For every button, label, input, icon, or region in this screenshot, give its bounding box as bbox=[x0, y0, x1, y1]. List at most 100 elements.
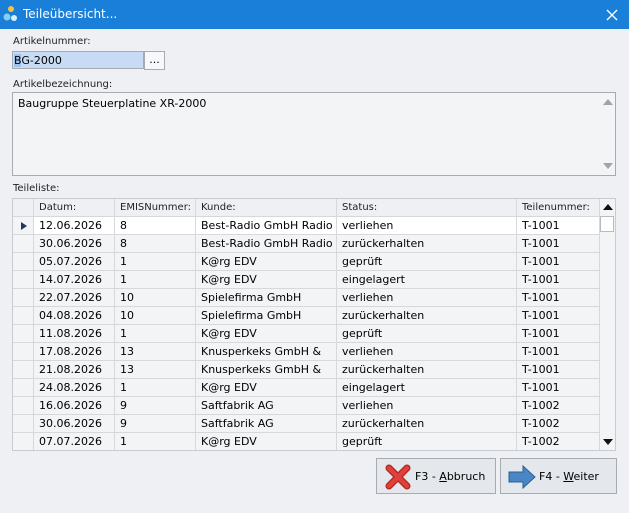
cell-part-number[interactable]: T-1002 bbox=[517, 415, 601, 433]
cell-status[interactable]: zurückerhalten bbox=[337, 235, 517, 253]
cell-date[interactable]: 16.06.2026 bbox=[34, 397, 115, 415]
article-number-input[interactable]: BG-2000 bbox=[12, 51, 144, 69]
table-row[interactable]: 17.08.2026 13 Knusperkeks GmbH & verliehen T… bbox=[13, 343, 601, 361]
scroll-up-icon[interactable] bbox=[603, 204, 613, 210]
cell-part-number[interactable]: T-1001 bbox=[517, 289, 601, 307]
parts-grid[interactable]: Datum: EMISNummer: Kunde: Status: Teilen… bbox=[12, 198, 616, 451]
row-indicator[interactable] bbox=[13, 307, 34, 325]
cell-emis[interactable]: 13 bbox=[115, 343, 196, 361]
cell-status[interactable]: eingelagert bbox=[337, 379, 517, 397]
cell-part-number[interactable]: T-1001 bbox=[517, 307, 601, 325]
next-button[interactable]: F4 - Weiter bbox=[500, 458, 617, 494]
cell-status[interactable]: verliehen bbox=[337, 217, 517, 235]
cell-status[interactable]: geprüft bbox=[337, 433, 517, 450]
cell-emis[interactable]: 1 bbox=[115, 271, 196, 289]
row-indicator[interactable] bbox=[13, 235, 34, 253]
cell-customer[interactable]: Saftfabrik AG bbox=[196, 415, 337, 433]
cell-part-number[interactable]: T-1002 bbox=[517, 397, 601, 415]
cell-status[interactable]: verliehen bbox=[337, 289, 517, 307]
cell-customer[interactable]: Spielefirma GmbH bbox=[196, 307, 337, 325]
row-indicator[interactable] bbox=[13, 379, 34, 397]
row-indicator[interactable] bbox=[13, 271, 34, 289]
cell-customer[interactable]: Knusperkeks GmbH & bbox=[196, 361, 337, 379]
cell-date[interactable]: 21.08.2026 bbox=[34, 361, 115, 379]
table-row[interactable]: 21.08.2026 13 Knusperkeks GmbH & zurückerha… bbox=[13, 361, 601, 379]
table-row[interactable]: 24.08.2026 1 K@rg EDV eingelagert T-1001 bbox=[13, 379, 601, 397]
row-indicator[interactable] bbox=[13, 253, 34, 271]
table-row[interactable]: 14.07.2026 1 K@rg EDV eingelagert T-1001 bbox=[13, 271, 601, 289]
cell-part-number[interactable]: T-1002 bbox=[517, 433, 601, 450]
cell-customer[interactable]: Spielefirma GmbH bbox=[196, 289, 337, 307]
cell-part-number[interactable]: T-1001 bbox=[517, 343, 601, 361]
article-description-field[interactable]: Baugruppe Steuerplatine XR-2000 bbox=[12, 92, 616, 176]
cell-date[interactable]: 12.06.2026 bbox=[34, 217, 115, 235]
table-row[interactable]: 07.07.2026 1 K@rg EDV geprüft T-1002 bbox=[13, 433, 601, 450]
cell-customer[interactable]: K@rg EDV bbox=[196, 271, 337, 289]
cell-customer[interactable]: K@rg EDV bbox=[196, 325, 337, 343]
cell-status[interactable]: geprüft bbox=[337, 325, 517, 343]
cell-customer[interactable]: K@rg EDV bbox=[196, 253, 337, 271]
cell-status[interactable]: zurückerhalten bbox=[337, 361, 517, 379]
column-header-part-number[interactable]: Teilenummer: bbox=[517, 199, 601, 217]
scroll-up-icon[interactable] bbox=[603, 99, 613, 105]
row-indicator[interactable] bbox=[13, 343, 34, 361]
article-browse-button[interactable]: ... bbox=[144, 51, 165, 70]
close-button[interactable] bbox=[595, 0, 629, 29]
cell-emis[interactable]: 8 bbox=[115, 217, 196, 235]
cell-status[interactable]: eingelagert bbox=[337, 271, 517, 289]
scroll-thumb[interactable] bbox=[600, 216, 614, 232]
description-scrollbar[interactable] bbox=[600, 93, 615, 175]
cell-emis[interactable]: 9 bbox=[115, 415, 196, 433]
cell-date[interactable]: 05.07.2026 bbox=[34, 253, 115, 271]
cell-date[interactable]: 14.07.2026 bbox=[34, 271, 115, 289]
cell-status[interactable]: verliehen bbox=[337, 397, 517, 415]
cell-part-number[interactable]: T-1001 bbox=[517, 217, 601, 235]
grid-scrollbar[interactable] bbox=[599, 199, 615, 450]
cell-part-number[interactable]: T-1001 bbox=[517, 325, 601, 343]
table-row[interactable]: 30.06.2026 9 Saftfabrik AG zurückerhalten T-… bbox=[13, 415, 601, 433]
cell-part-number[interactable]: T-1001 bbox=[517, 253, 601, 271]
cell-status[interactable]: verliehen bbox=[337, 343, 517, 361]
cell-part-number[interactable]: T-1001 bbox=[517, 379, 601, 397]
cell-status[interactable]: zurückerhalten bbox=[337, 307, 517, 325]
scroll-down-icon[interactable] bbox=[603, 163, 613, 169]
cell-customer[interactable]: Saftfabrik AG bbox=[196, 397, 337, 415]
cell-date[interactable]: 24.08.2026 bbox=[34, 379, 115, 397]
cell-emis[interactable]: 1 bbox=[115, 253, 196, 271]
cell-emis[interactable]: 13 bbox=[115, 361, 196, 379]
table-row[interactable]: 30.06.2026 8 Best-Radio GmbH Radio zurücker… bbox=[13, 235, 601, 253]
cell-emis[interactable]: 9 bbox=[115, 397, 196, 415]
column-header-date[interactable]: Datum: bbox=[34, 199, 115, 217]
cell-customer[interactable]: Best-Radio GmbH Radio bbox=[196, 235, 337, 253]
table-row[interactable]: 11.08.2026 1 K@rg EDV geprüft T-1001 bbox=[13, 325, 601, 343]
cell-emis[interactable]: 8 bbox=[115, 235, 196, 253]
column-header-customer[interactable]: Kunde: bbox=[196, 199, 337, 217]
column-header-emis[interactable]: EMISNummer: bbox=[115, 199, 196, 217]
row-indicator[interactable] bbox=[13, 433, 34, 450]
table-row[interactable]: 16.06.2026 9 Saftfabrik AG verliehen T-1002 bbox=[13, 397, 601, 415]
cell-date[interactable]: 07.07.2026 bbox=[34, 433, 115, 450]
cell-emis[interactable]: 1 bbox=[115, 379, 196, 397]
cell-emis[interactable]: 10 bbox=[115, 307, 196, 325]
cell-customer[interactable]: Best-Radio GmbH Radio bbox=[196, 217, 337, 235]
table-row[interactable]: 22.07.2026 10 Spielefirma GmbH verliehen T-1… bbox=[13, 289, 601, 307]
row-indicator[interactable] bbox=[13, 415, 34, 433]
cell-part-number[interactable]: T-1001 bbox=[517, 235, 601, 253]
cell-date[interactable]: 30.06.2026 bbox=[34, 235, 115, 253]
column-header-status[interactable]: Status: bbox=[337, 199, 517, 217]
cell-emis[interactable]: 1 bbox=[115, 325, 196, 343]
cell-date[interactable]: 22.07.2026 bbox=[34, 289, 115, 307]
cell-customer[interactable]: K@rg EDV bbox=[196, 379, 337, 397]
row-indicator[interactable] bbox=[13, 325, 34, 343]
row-indicator[interactable] bbox=[13, 289, 34, 307]
table-row[interactable]: 12.06.2026 8 Best-Radio GmbH Radio verliehe… bbox=[13, 217, 601, 235]
cell-customer[interactable]: K@rg EDV bbox=[196, 433, 337, 450]
cell-customer[interactable]: Knusperkeks GmbH & bbox=[196, 343, 337, 361]
row-indicator[interactable] bbox=[13, 361, 34, 379]
cell-date[interactable]: 30.06.2026 bbox=[34, 415, 115, 433]
cancel-button[interactable]: F3 - Abbruch bbox=[376, 458, 496, 494]
cell-emis[interactable]: 1 bbox=[115, 433, 196, 450]
cell-emis[interactable]: 10 bbox=[115, 289, 196, 307]
cell-date[interactable]: 17.08.2026 bbox=[34, 343, 115, 361]
cell-status[interactable]: zurückerhalten bbox=[337, 415, 517, 433]
